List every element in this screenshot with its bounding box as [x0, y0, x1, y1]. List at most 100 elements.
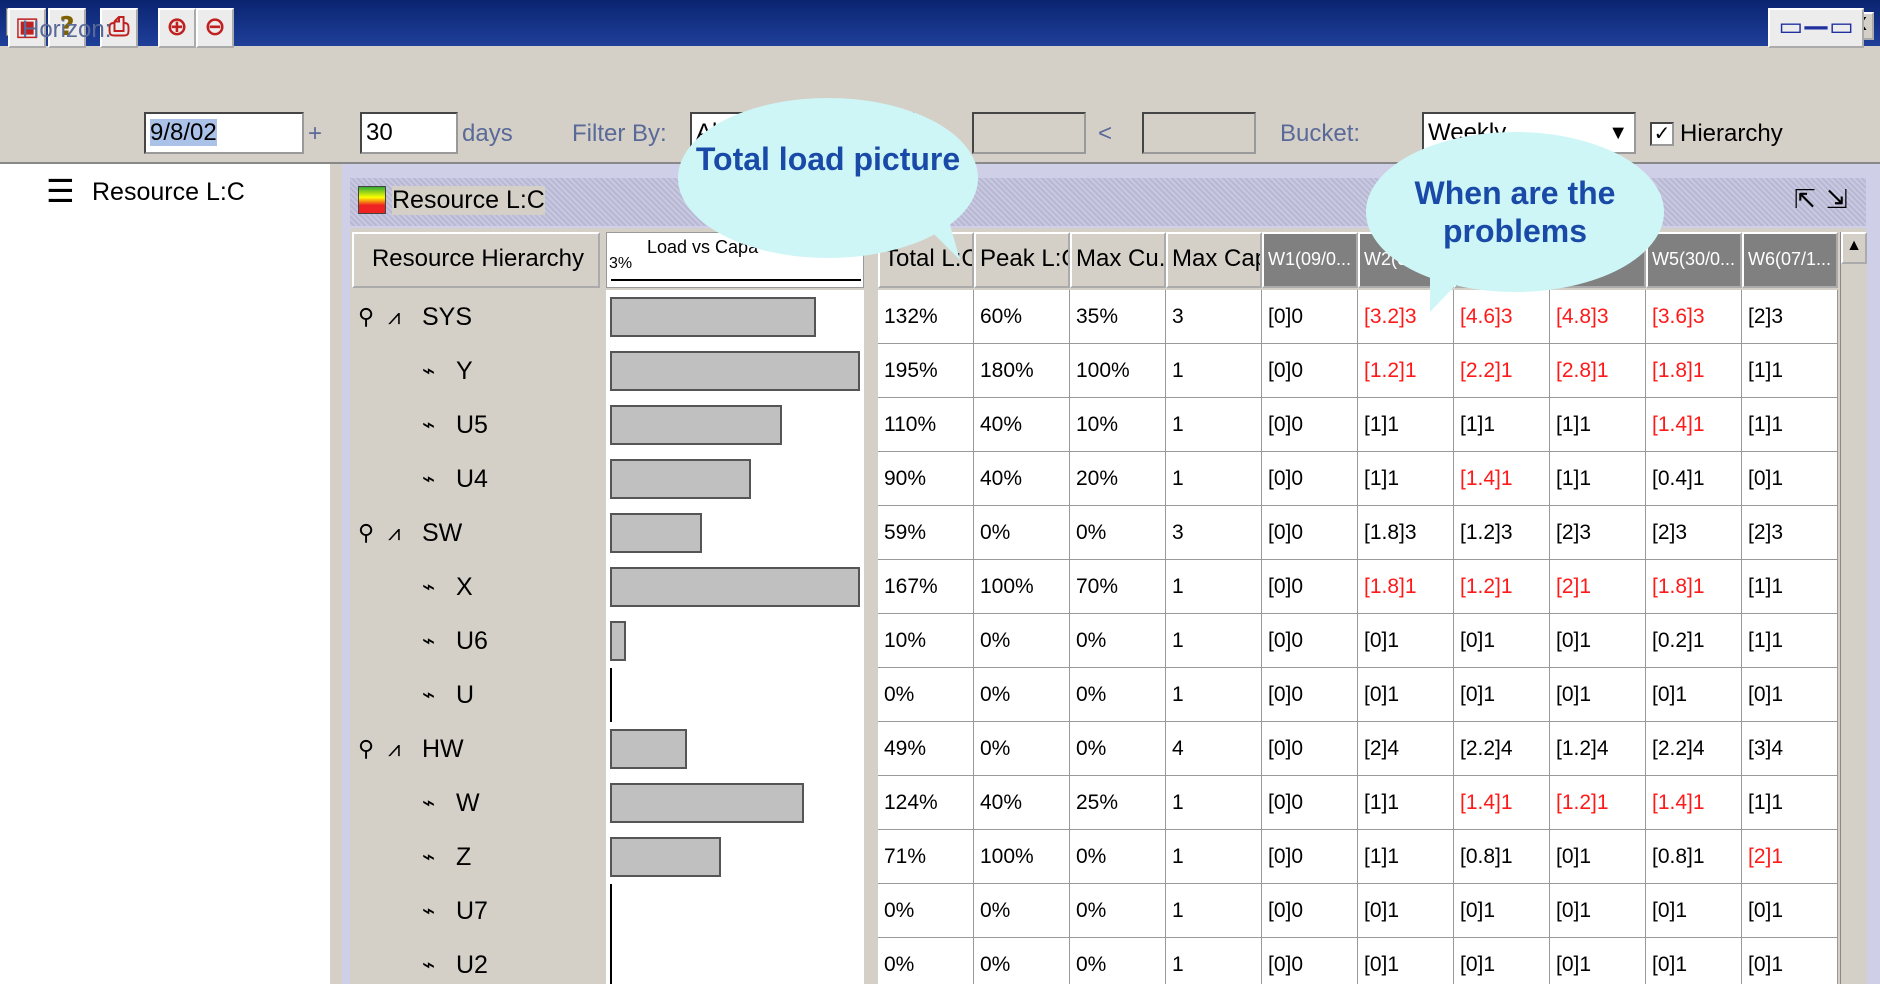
max-cu-cell[interactable]: 20% — [1070, 452, 1166, 506]
row-name-cell[interactable]: ⌁ U2 — [352, 938, 602, 984]
table-row[interactable]: ⌁ U5 110% 40% 10% 1 [0]0 [1]1 [1]1 [1]1 [1.4]1 [1]1 — [352, 398, 1838, 453]
week-5-cell[interactable]: [2.2]4 — [1646, 722, 1742, 776]
week-1-cell[interactable]: [0]0 — [1262, 884, 1358, 938]
week-1-cell[interactable]: [0]0 — [1262, 344, 1358, 398]
week-5-cell[interactable]: [1.8]1 — [1646, 344, 1742, 398]
row-name-cell[interactable]: ⌁ U5 — [352, 398, 602, 452]
col-week-5[interactable]: W5(30/0... — [1646, 232, 1742, 288]
week-5-cell[interactable]: [0]1 — [1646, 938, 1742, 984]
row-name-cell[interactable]: ⚲ ⩘ SW — [352, 506, 602, 560]
row-name-cell[interactable]: ⌁ U4 — [352, 452, 602, 506]
detach-icon[interactable]: ⇱ — [1794, 184, 1816, 215]
col-week-6[interactable]: W6(07/1... — [1742, 232, 1838, 288]
week-5-cell[interactable]: [0]1 — [1646, 884, 1742, 938]
week-5-cell[interactable]: [1.8]1 — [1646, 560, 1742, 614]
week-6-cell[interactable]: [1]1 — [1742, 614, 1838, 668]
week-3-cell[interactable]: [2.2]4 — [1454, 722, 1550, 776]
week-4-cell[interactable]: [0]1 — [1550, 668, 1646, 722]
week-1-cell[interactable]: [0]0 — [1262, 776, 1358, 830]
total-lc-cell[interactable]: 132% — [878, 290, 974, 344]
table-row[interactable]: ⌁ U2 0% 0% 0% 1 [0]0 [0]1 [0]1 [0]1 [0]1 [0]1 — [352, 938, 1838, 984]
network-icon[interactable]: ▭—▭ — [1768, 8, 1864, 48]
max-cap-cell[interactable]: 1 — [1166, 830, 1262, 884]
week-1-cell[interactable]: [0]0 — [1262, 668, 1358, 722]
max-cu-cell[interactable]: 0% — [1070, 884, 1166, 938]
week-4-cell[interactable]: [0]1 — [1550, 884, 1646, 938]
scroll-up-icon[interactable]: ▲ — [1841, 232, 1867, 264]
table-row[interactable]: ⌁ X 167% 100% 70% 1 [0]0 [1.8]1 [1.2]1 [2]1 [1.8]1… — [352, 560, 1838, 615]
week-2-cell[interactable]: [1]1 — [1358, 830, 1454, 884]
max-cu-cell[interactable]: 10% — [1070, 398, 1166, 452]
total-lc-cell[interactable]: 59% — [878, 506, 974, 560]
row-name-cell[interactable]: ⚲ ⩘ SYS — [352, 290, 602, 344]
peak-lc-cell[interactable]: 0% — [974, 668, 1070, 722]
week-6-cell[interactable]: [0]1 — [1742, 452, 1838, 506]
week-4-cell[interactable]: [2]3 — [1550, 506, 1646, 560]
week-6-cell[interactable]: [2]3 — [1742, 506, 1838, 560]
zoom-in-icon[interactable]: ⊕ — [158, 8, 196, 48]
week-1-cell[interactable]: [0]0 — [1262, 560, 1358, 614]
week-6-cell[interactable]: [0]1 — [1742, 938, 1838, 984]
week-5-cell[interactable]: [0.4]1 — [1646, 452, 1742, 506]
week-2-cell[interactable]: [1]1 — [1358, 452, 1454, 506]
vertical-scrollbar[interactable]: ▲ — [1840, 232, 1867, 984]
peak-lc-cell[interactable]: 100% — [974, 830, 1070, 884]
row-name-cell[interactable]: ⌁ U6 — [352, 614, 602, 668]
panel-splitter[interactable] — [330, 164, 342, 984]
max-cap-cell[interactable]: 1 — [1166, 668, 1262, 722]
expand-pin-icon[interactable]: ⚲ — [358, 290, 374, 344]
week-1-cell[interactable]: [0]0 — [1262, 290, 1358, 344]
week-3-cell[interactable]: [0]1 — [1454, 668, 1550, 722]
week-6-cell[interactable]: [1]1 — [1742, 776, 1838, 830]
table-row[interactable]: ⚲ ⩘ SW 59% 0% 0% 3 [0]0 [1.8]3 [1.2]3 [2]3 [2]3 [2]3 — [352, 506, 1838, 561]
week-4-cell[interactable]: [2.8]1 — [1550, 344, 1646, 398]
week-3-cell[interactable]: [0]1 — [1454, 614, 1550, 668]
peak-lc-cell[interactable]: 40% — [974, 398, 1070, 452]
max-cu-cell[interactable]: 0% — [1070, 614, 1166, 668]
peak-lc-cell[interactable]: 0% — [974, 884, 1070, 938]
week-3-cell[interactable]: [2.2]1 — [1454, 344, 1550, 398]
week-2-cell[interactable]: [1]1 — [1358, 398, 1454, 452]
peak-lc-cell[interactable]: 0% — [974, 614, 1070, 668]
max-cap-cell[interactable]: 1 — [1166, 452, 1262, 506]
week-6-cell[interactable]: [2]1 — [1742, 830, 1838, 884]
expand-pin-icon[interactable]: ⚲ — [358, 506, 374, 560]
week-1-cell[interactable]: [0]0 — [1262, 722, 1358, 776]
week-5-cell[interactable]: [1.4]1 — [1646, 398, 1742, 452]
row-name-cell[interactable]: ⌁ Y — [352, 344, 602, 398]
week-6-cell[interactable]: [1]1 — [1742, 560, 1838, 614]
week-4-cell[interactable]: [0]1 — [1550, 938, 1646, 984]
total-lc-cell[interactable]: 0% — [878, 884, 974, 938]
table-row[interactable]: ⚲ ⩘ SYS 132% 60% 35% 3 [0]0 [3.2]3 [4.6]3 [4.8]3 [3… — [352, 290, 1838, 345]
week-4-cell[interactable]: [1.2]4 — [1550, 722, 1646, 776]
max-cap-cell[interactable]: 1 — [1166, 776, 1262, 830]
week-2-cell[interactable]: [0]1 — [1358, 938, 1454, 984]
week-2-cell[interactable]: [0]1 — [1358, 668, 1454, 722]
week-2-cell[interactable]: [1.8]3 — [1358, 506, 1454, 560]
max-cu-cell[interactable]: 0% — [1070, 830, 1166, 884]
max-cu-cell[interactable]: 35% — [1070, 290, 1166, 344]
peak-lc-cell[interactable]: 40% — [974, 776, 1070, 830]
expand-pin-icon[interactable]: ⚲ — [358, 722, 374, 776]
filter-min-input[interactable] — [972, 112, 1086, 154]
max-cu-cell[interactable]: 0% — [1070, 668, 1166, 722]
row-name-cell[interactable]: ⌁ X — [352, 560, 602, 614]
max-cu-cell[interactable]: 25% — [1070, 776, 1166, 830]
max-cu-cell[interactable]: 0% — [1070, 938, 1166, 984]
week-2-cell[interactable]: [0]1 — [1358, 884, 1454, 938]
max-cap-cell[interactable]: 1 — [1166, 938, 1262, 984]
tree-node-resource-lc[interactable]: Resource L:C — [92, 178, 245, 207]
row-name-cell[interactable]: ⌁ U — [352, 668, 602, 722]
week-3-cell[interactable]: [1.2]3 — [1454, 506, 1550, 560]
total-lc-cell[interactable]: 110% — [878, 398, 974, 452]
max-cap-cell[interactable]: 3 — [1166, 290, 1262, 344]
week-2-cell[interactable]: [1.2]1 — [1358, 344, 1454, 398]
week-1-cell[interactable]: [0]0 — [1262, 830, 1358, 884]
max-cu-cell[interactable]: 0% — [1070, 506, 1166, 560]
peak-lc-cell[interactable]: 0% — [974, 722, 1070, 776]
max-cap-cell[interactable]: 1 — [1166, 614, 1262, 668]
max-cu-cell[interactable]: 100% — [1070, 344, 1166, 398]
total-lc-cell[interactable]: 49% — [878, 722, 974, 776]
week-2-cell[interactable]: [1]1 — [1358, 776, 1454, 830]
total-lc-cell[interactable]: 195% — [878, 344, 974, 398]
